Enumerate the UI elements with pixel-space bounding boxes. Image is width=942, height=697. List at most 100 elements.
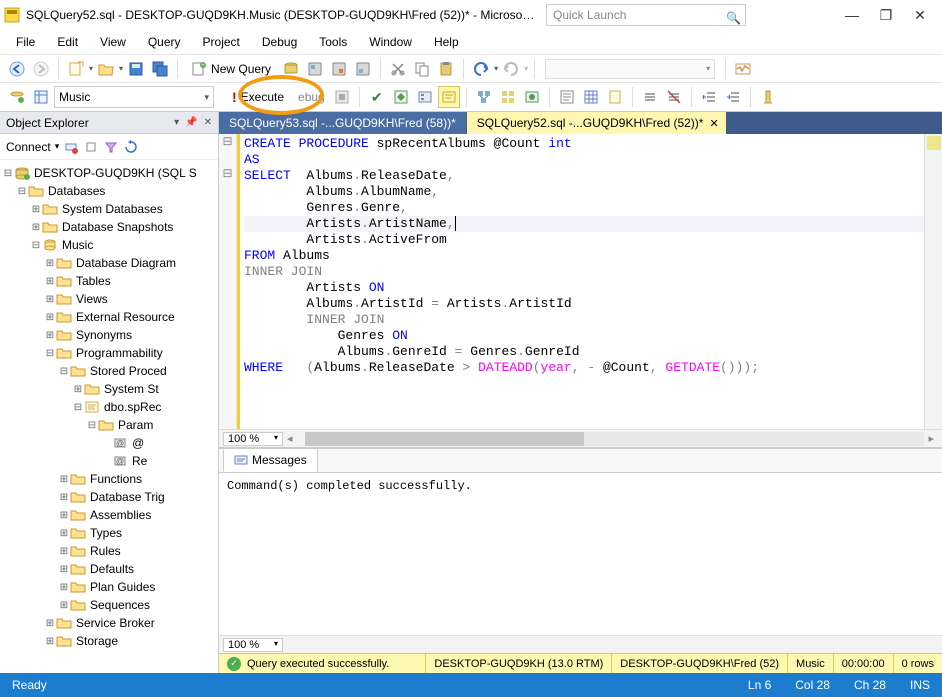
tree-node[interactable]: ⊞Assemblies [2,506,216,524]
cancel-query-button[interactable] [331,86,353,108]
display-estimated-plan-icon[interactable] [390,86,412,108]
menu-item-file[interactable]: File [6,31,45,53]
disconnect-icon[interactable] [63,139,79,155]
tree-node[interactable]: ⊟Programmability [2,344,216,362]
menu-item-view[interactable]: View [90,31,136,53]
restore-button[interactable]: ❐ [876,5,896,25]
uncomment-icon[interactable] [663,86,685,108]
code-scroll[interactable]: ⊟⊟ CREATE PROCEDURE spRecentAlbums @Coun… [219,134,942,429]
code-text[interactable]: CREATE PROCEDURE spRecentAlbums @Count i… [237,134,942,429]
new-project-button[interactable] [65,58,87,80]
tree-expander[interactable]: ⊞ [44,294,56,305]
tree-node[interactable]: ⊞Tables [2,272,216,290]
tree-expander[interactable]: ⊞ [58,600,70,611]
tree-expander[interactable]: ⊞ [44,258,56,269]
results-to-file-icon[interactable] [604,86,626,108]
results-to-grid-icon[interactable] [580,86,602,108]
menu-item-tools[interactable]: Tools [309,31,357,53]
vertical-scrollbar[interactable] [924,134,942,429]
scroll-right-icon[interactable]: ▸ [924,432,938,445]
tree-node[interactable]: ⊟Param [2,416,216,434]
connect-label[interactable]: Connect [6,140,51,154]
dropdown-icon[interactable]: ▾ [174,117,179,128]
change-connection-icon[interactable] [6,86,28,108]
zoom-combo[interactable]: 100 %▾ [223,432,283,446]
minimize-button[interactable]: — [842,5,862,25]
menu-item-window[interactable]: Window [359,31,422,53]
tree-node[interactable]: ⊞Database Trig [2,488,216,506]
available-databases-icon[interactable] [30,86,52,108]
database-combo[interactable]: Music ▾ [54,86,214,108]
tree-expander[interactable]: ⊞ [44,276,56,287]
split-handle-icon[interactable] [927,136,941,150]
tree-node[interactable]: ⊞Database Diagram [2,254,216,272]
tree-expander[interactable]: ⊟ [72,402,84,413]
menu-item-query[interactable]: Query [138,31,191,53]
tree-expander[interactable]: ⊟ [86,420,98,431]
back-button[interactable] [6,58,28,80]
tree-expander[interactable]: ⊞ [58,582,70,593]
close-panel-icon[interactable]: ✕ [204,117,212,128]
tree-expander[interactable]: ⊞ [30,204,42,215]
include-actual-plan-icon[interactable] [473,86,495,108]
dmx-query-icon[interactable] [352,58,374,80]
tree-node[interactable]: ⊞Defaults [2,560,216,578]
tree-expander[interactable]: ⊞ [44,312,56,323]
tree-node[interactable]: ⊞Synonyms [2,326,216,344]
menu-item-edit[interactable]: Edit [47,31,88,53]
comment-icon[interactable] [639,86,661,108]
tree-expander[interactable]: ⊟ [30,240,42,251]
object-explorer-tree[interactable]: ⊟DESKTOP-GUQD9KH (SQL S⊟Databases ⊞System… [0,160,218,673]
tree-node[interactable]: ⊟Databases [2,182,216,200]
increase-indent-icon[interactable] [722,86,744,108]
save-button[interactable] [125,58,147,80]
parse-button[interactable]: ✔ [366,86,388,108]
new-query-button[interactable]: + New Query [184,58,278,80]
tree-expander[interactable]: ⊟ [16,186,28,197]
close-button[interactable]: ✕ [910,5,930,25]
tree-expander[interactable]: ⊞ [58,492,70,503]
document-tab[interactable]: SQLQuery52.sql -...GUQD9KH\Fred (52))*✕ [467,112,727,134]
refresh-icon[interactable] [123,139,139,155]
find-combo[interactable]: ▾ [545,59,715,79]
include-live-stats-icon[interactable] [497,86,519,108]
tree-node[interactable]: ⊞External Resource [2,308,216,326]
tree-expander[interactable]: ⊞ [58,564,70,575]
connect-dropdown-icon[interactable]: ▾ [55,141,60,152]
tree-expander[interactable]: ⊟ [2,168,14,179]
tree-expander[interactable]: ⊞ [30,222,42,233]
tree-expander[interactable]: ⊞ [58,474,70,485]
stop-icon[interactable] [83,139,99,155]
tree-node[interactable]: ⊟Stored Proced [2,362,216,380]
activity-monitor-icon[interactable] [732,58,754,80]
database-engine-query-icon[interactable] [280,58,302,80]
open-button[interactable] [95,58,117,80]
tree-node[interactable]: @@ [2,434,216,452]
mdx-query-icon[interactable] [328,58,350,80]
tree-node[interactable]: ⊟DESKTOP-GUQD9KH (SQL S [2,164,216,182]
tree-node[interactable]: ⊞Plan Guides [2,578,216,596]
specify-values-icon[interactable] [757,86,779,108]
tree-expander[interactable]: ⊞ [44,618,56,629]
redo-button[interactable] [500,58,522,80]
tree-expander[interactable]: ⊟ [44,348,56,359]
results-to-text-icon[interactable] [556,86,578,108]
tree-node[interactable]: ⊞System St [2,380,216,398]
menu-item-debug[interactable]: Debug [252,31,307,53]
tree-expander[interactable]: ⊞ [72,384,84,395]
menu-item-project[interactable]: Project [193,31,250,53]
tree-expander[interactable]: ⊞ [58,510,70,521]
tab-close-icon[interactable]: ✕ [709,117,718,130]
horizontal-scrollbar[interactable] [305,432,925,446]
forward-button[interactable] [30,58,52,80]
tree-node[interactable]: ⊟dbo.spRec [2,398,216,416]
tree-node[interactable]: ⊞Functions [2,470,216,488]
tree-node[interactable]: ⊞Service Broker [2,614,216,632]
document-tab[interactable]: SQLQuery53.sql -...GUQD9KH\Fred (58))* [219,112,467,134]
decrease-indent-icon[interactable] [698,86,720,108]
tree-expander[interactable]: ⊞ [58,528,70,539]
scroll-left-icon[interactable]: ◂ [283,432,297,445]
query-options-icon[interactable] [414,86,436,108]
include-client-stats-icon[interactable] [521,86,543,108]
tree-node[interactable]: ⊞Storage [2,632,216,650]
